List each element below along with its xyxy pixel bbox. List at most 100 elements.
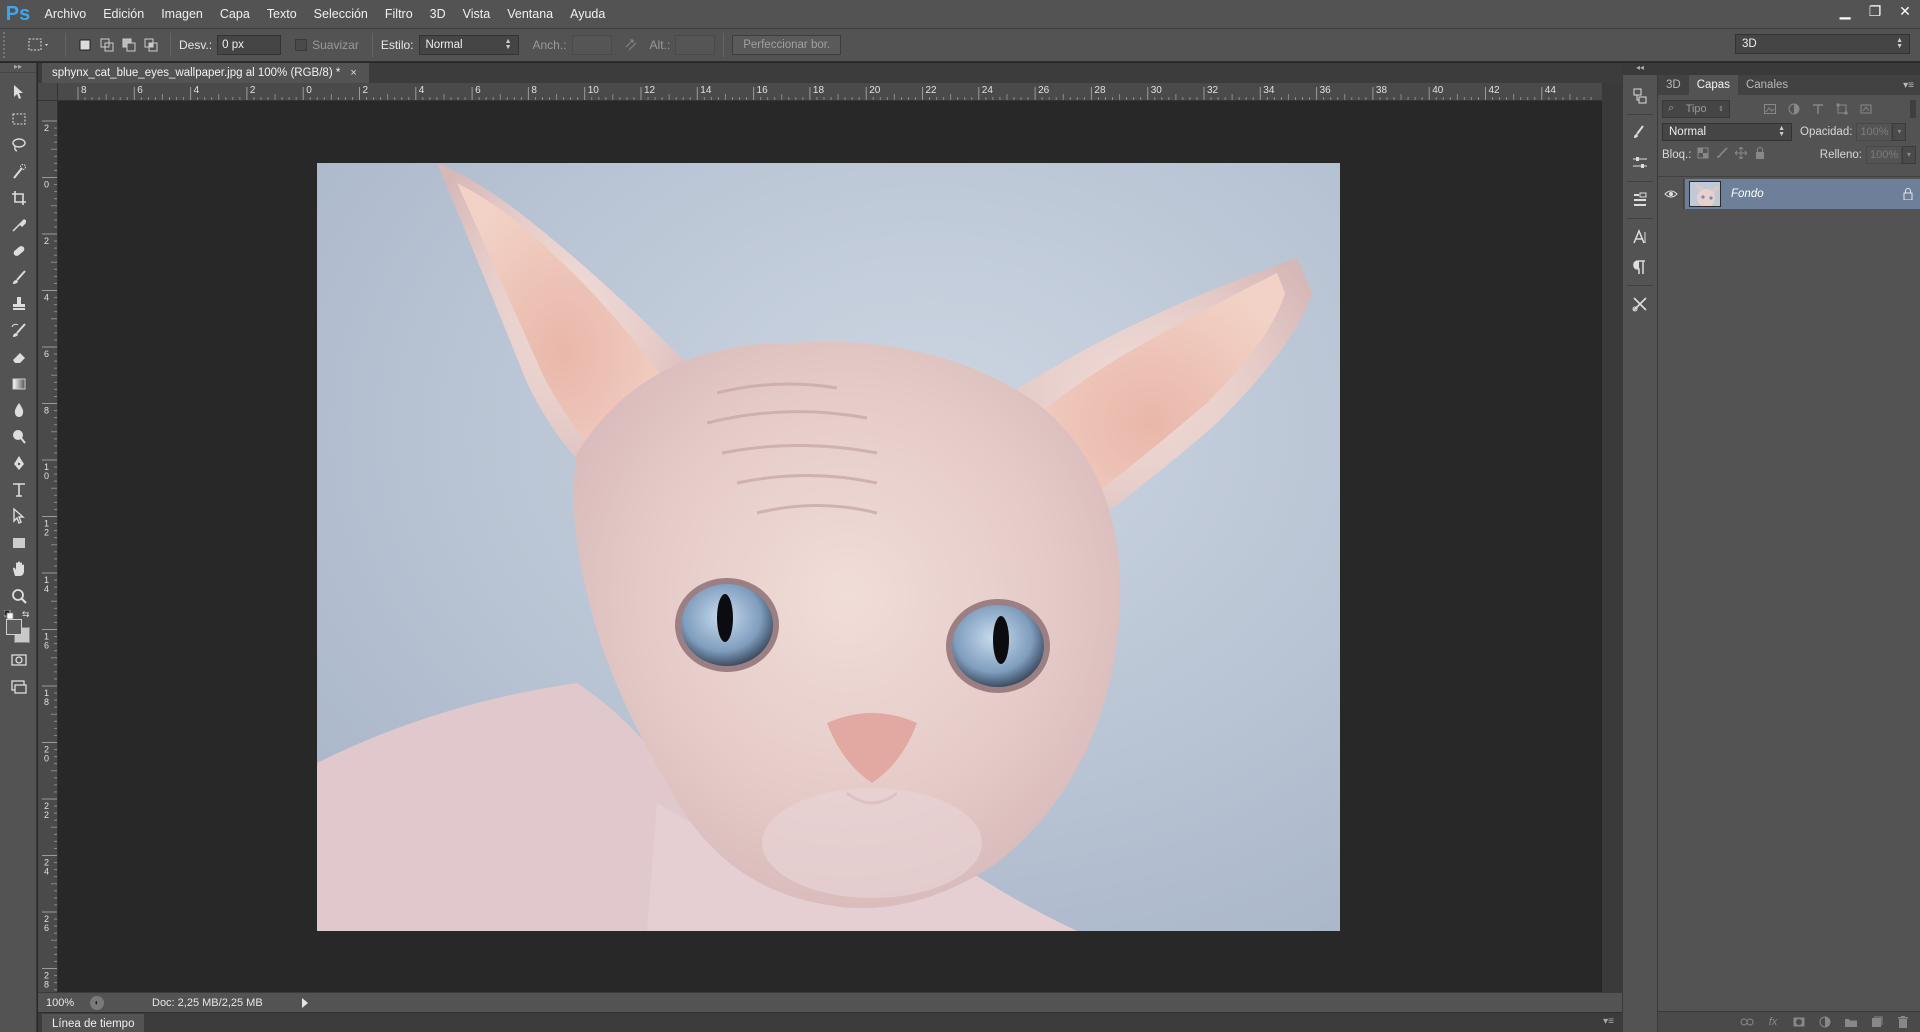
move-tool-icon[interactable] (0, 79, 37, 106)
tool-presets-icon[interactable] (1623, 289, 1657, 319)
marquee-tool-preset-icon[interactable] (21, 32, 57, 58)
menu-item-archivo[interactable]: Archivo (36, 0, 95, 28)
swap-dimensions-icon[interactable] (620, 34, 642, 56)
menu-item-imagen[interactable]: Imagen (153, 0, 212, 28)
tab-layers[interactable]: Capas (1688, 75, 1738, 95)
filter-toggle[interactable] (1910, 99, 1916, 118)
quick-selection-tool-icon[interactable] (0, 159, 37, 186)
new-group-icon[interactable] (1838, 1013, 1864, 1031)
swap-colors-icon[interactable]: ⇆ (22, 609, 32, 619)
menu-item-capa[interactable]: Capa (211, 0, 258, 28)
eyedropper-tool-icon[interactable] (0, 212, 37, 239)
brush-presets-icon[interactable] (1623, 118, 1657, 148)
character-panel-icon[interactable] (1623, 222, 1657, 252)
blur-tool-icon[interactable] (0, 397, 37, 424)
panel-collapse-bar[interactable] (1658, 63, 1920, 75)
canvas-scrollbar[interactable] (1602, 83, 1622, 992)
height-input[interactable] (675, 35, 716, 55)
rectangle-tool-icon[interactable] (0, 530, 37, 557)
filter-pixel-icon[interactable] (1758, 100, 1782, 118)
hand-tool-icon[interactable] (0, 556, 37, 583)
subtract-selection-icon[interactable] (118, 34, 140, 56)
restore-button[interactable]: ❐ (1860, 0, 1890, 22)
menu-item-ayuda[interactable]: Ayuda (562, 0, 614, 28)
healing-brush-tool-icon[interactable] (0, 238, 37, 265)
layer-style-fx-icon[interactable]: fx (1760, 1013, 1786, 1031)
workspace-select[interactable]: 3D ▲ ▼ (1735, 34, 1910, 54)
screen-mode-icon[interactable] (0, 674, 37, 701)
style-select[interactable]: Normal ▲ ▼ (418, 35, 519, 55)
pen-tool-icon[interactable] (0, 450, 37, 477)
clone-stamp-tool-icon[interactable] (0, 291, 37, 318)
new-selection-icon[interactable] (74, 34, 96, 56)
delete-layer-icon[interactable] (1890, 1013, 1916, 1031)
menu-item-selección[interactable]: Selección (305, 0, 376, 28)
link-layers-icon[interactable] (1734, 1013, 1760, 1031)
add-mask-icon[interactable] (1786, 1013, 1812, 1031)
panel-menu-icon[interactable]: ▾≡ (1903, 80, 1914, 91)
antialias-checkbox[interactable] (295, 39, 308, 51)
lock-position-icon[interactable] (1735, 146, 1755, 162)
intersect-selection-icon[interactable] (140, 34, 162, 56)
menu-item-3d[interactable]: 3D (421, 0, 454, 28)
options-grip[interactable] (3, 32, 11, 58)
status-info-icon[interactable]: ◐ (90, 995, 104, 1010)
status-menu-arrow-icon[interactable] (302, 997, 308, 1008)
close-button[interactable]: ✕ (1890, 0, 1920, 22)
width-input[interactable] (571, 35, 612, 55)
layer-lock-icon[interactable] (1896, 188, 1920, 200)
sphynx-cat-image[interactable] (317, 163, 1340, 931)
marquee-tool-icon[interactable] (0, 106, 37, 133)
fill-dropdown-icon[interactable]: ▾ (1902, 145, 1916, 164)
lock-all-icon[interactable] (1755, 147, 1775, 162)
adjustments-sliders-icon[interactable] (1623, 148, 1657, 178)
menu-item-texto[interactable]: Texto (258, 0, 305, 28)
horizontal-ruler[interactable]: 8 6 4 2 0 2 4 6 8 10 12 14 16 18 20 22 24 26 28 30 32 34 36 38 4… (58, 83, 1602, 101)
refine-edge-button[interactable]: Perfeccionar bor. (732, 35, 842, 55)
layer-row[interactable]: Fondo (1658, 179, 1920, 209)
lasso-tool-icon[interactable] (0, 132, 37, 159)
type-tool-icon[interactable] (0, 477, 37, 504)
new-adjustment-layer-icon[interactable] (1812, 1013, 1838, 1031)
filter-smart-object-icon[interactable] (1854, 100, 1878, 118)
path-selection-tool-icon[interactable] (0, 503, 37, 530)
opacity-dropdown-icon[interactable]: ▾ (1892, 122, 1907, 141)
add-selection-icon[interactable] (96, 34, 118, 56)
close-tab-icon[interactable]: × (350, 67, 356, 79)
lock-transparent-icon[interactable] (1697, 147, 1715, 162)
foreground-color[interactable] (6, 619, 22, 635)
tab-3d[interactable]: 3D (1658, 75, 1689, 95)
eraser-tool-icon[interactable] (0, 344, 37, 371)
layer-body[interactable]: Fondo (1685, 179, 1920, 209)
ruler-origin[interactable] (38, 83, 58, 101)
menu-item-filtro[interactable]: Filtro (376, 0, 421, 28)
gradient-tool-icon[interactable] (0, 371, 37, 398)
filter-type-icon[interactable] (1806, 100, 1830, 118)
feather-input[interactable] (217, 35, 282, 55)
dock-collapse-icon[interactable]: ◂◂ (1622, 63, 1658, 75)
filter-adjustment-icon[interactable] (1782, 100, 1806, 118)
timeline-menu-icon[interactable]: ▾≡ (1603, 1016, 1614, 1027)
brush-tool-icon[interactable] (0, 265, 37, 292)
tools-panel-grip[interactable]: ▸▸ (0, 63, 36, 73)
layer-filter-select[interactable]: ⌕ Tipo ⇕ (1662, 99, 1730, 118)
opacity-input[interactable]: 100% (1856, 122, 1893, 141)
menu-item-vista[interactable]: Vista (454, 0, 499, 28)
document-tab[interactable]: sphynx_cat_blue_eyes_wallpaper.jpg al 10… (42, 63, 369, 83)
dodge-tool-icon[interactable] (0, 424, 37, 451)
history-panel-icon[interactable] (1623, 81, 1657, 111)
history-brush-tool-icon[interactable] (0, 318, 37, 345)
zoom-tool-icon[interactable] (0, 583, 37, 610)
paragraph-panel-icon[interactable] (1623, 252, 1657, 282)
zoom-level[interactable]: 100% (38, 997, 86, 1009)
timeline-tab[interactable]: Línea de tiempo (42, 1014, 145, 1032)
fill-input[interactable]: 100% (1866, 145, 1902, 164)
visibility-eye-icon[interactable] (1658, 179, 1684, 209)
menu-item-edición[interactable]: Edición (95, 0, 153, 28)
new-layer-icon[interactable] (1864, 1013, 1890, 1031)
blend-mode-select[interactable]: Normal ▲ ▼ (1662, 122, 1792, 141)
vertical-ruler[interactable]: 20246810121416182022242628 (38, 101, 58, 992)
lock-pixels-icon[interactable] (1715, 147, 1735, 162)
quick-mask-icon[interactable] (0, 647, 37, 674)
minimize-button[interactable]: ▁ (1830, 0, 1860, 22)
